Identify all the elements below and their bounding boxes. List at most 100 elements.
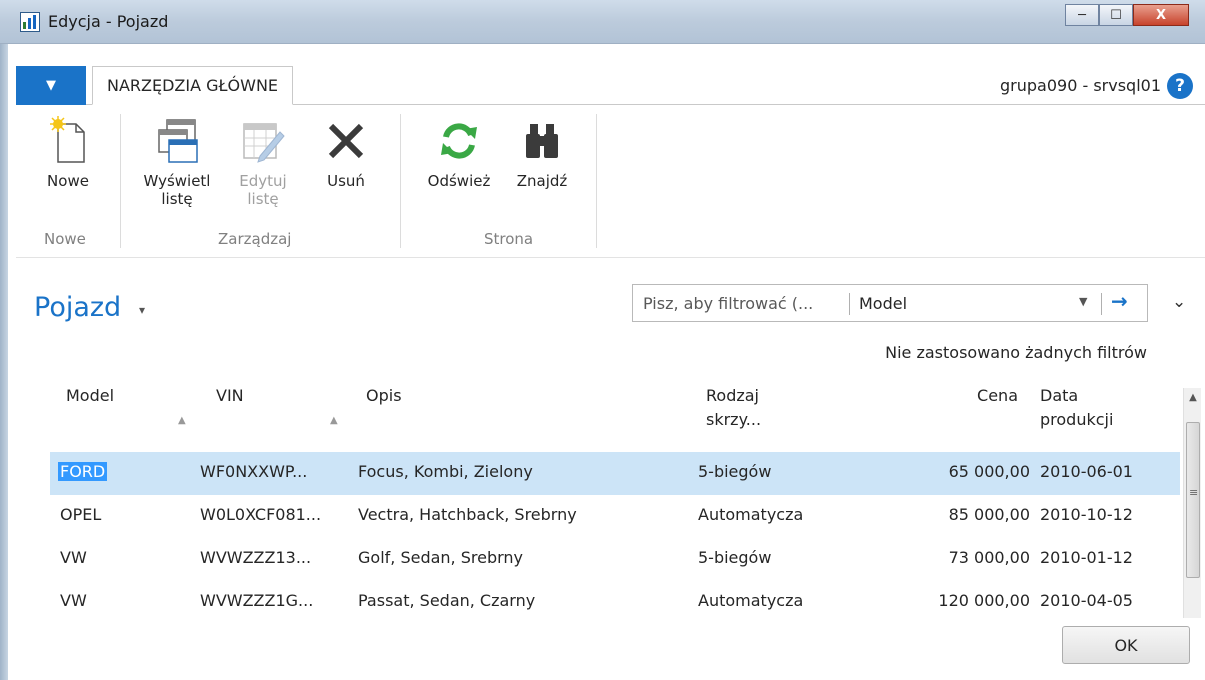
cell-rodzaj[interactable]: 5-biegów [698,462,771,481]
scroll-up-icon[interactable]: ▲ [1184,388,1202,406]
delete-label: Usuń [327,172,365,190]
column-header-label: VIN [216,386,244,405]
new-button[interactable]: Nowe [40,110,96,190]
find-label: Znajdź [516,172,568,190]
cell-cena[interactable]: 73 000,00 [890,548,1030,567]
binoculars-icon [512,110,572,172]
expand-filter-pane-icon[interactable]: ⌄ [1172,292,1186,312]
table-row[interactable]: FORD WF0NXXWP... Focus, Kombi, Zielony 5… [50,452,1180,495]
ribbon: Nowe Nowe Wyświetl listę Edytuj listę Us… [16,106,1205,258]
cell-data[interactable]: 2010-06-01 [1040,462,1133,481]
new-button-label: Nowe [47,172,89,190]
cell-model[interactable]: FORD [58,462,108,481]
maximize-button[interactable]: ☐ [1099,4,1133,26]
group-separator [596,114,597,248]
cell-vin[interactable]: WVWZZZ1G... [200,591,313,610]
column-header-vin[interactable]: VIN [216,384,244,408]
column-header-opis[interactable]: Opis [366,384,402,408]
ok-button[interactable]: OK [1062,626,1190,664]
group-separator [400,114,401,248]
close-button[interactable]: X [1133,4,1189,26]
cell-data[interactable]: 2010-04-05 [1040,591,1133,610]
apply-filter-arrow-icon[interactable]: → [1111,289,1128,313]
table-row[interactable]: OPEL W0L0XCF081... Vectra, Hatchback, Sr… [50,495,1180,538]
cell-cena[interactable]: 120 000,00 [890,591,1030,610]
column-header-rodzaj[interactable]: Rodzaj skrzy... [706,384,761,432]
cell-rodzaj[interactable]: 5-biegów [698,548,771,567]
view-list-button[interactable]: Wyświetl listę [142,110,212,208]
cell-opis[interactable]: Passat, Sedan, Czarny [358,591,535,610]
cell-opis[interactable]: Focus, Kombi, Zielony [358,462,533,481]
cell-vin[interactable]: WF0NXXWP... [200,462,307,481]
page-title-dropdown-icon[interactable]: ▾ [139,303,145,317]
sort-ascending-icon: ▲ [178,415,186,426]
delete-button[interactable]: Usuń [322,110,370,190]
view-list-label-1: Wyświetl [143,172,211,190]
find-button[interactable]: Znajdź [512,110,572,190]
cell-cena[interactable]: 65 000,00 [890,462,1030,481]
chevron-down-icon[interactable]: ▼ [1079,295,1087,308]
column-header-label-2: produkcji [1040,410,1114,429]
scroll-thumb[interactable]: ≡ [1186,422,1200,578]
table-row[interactable]: VW WVWZZZ13... Golf, Sedan, Srebrny 5-bi… [50,538,1180,581]
column-header-label: Rodzaj [706,386,759,405]
refresh-label: Odśwież [427,172,491,190]
cell-rodzaj[interactable]: Automatycza [698,591,803,610]
group-label-new: Nowe [44,230,86,248]
table-row[interactable]: VW WVWZZZ1G... Passat, Sedan, Czarny Aut… [50,581,1180,624]
new-document-icon [40,110,96,172]
window-title: Edycja - Pojazd [48,12,169,31]
scroll-grip-icon: ≡ [1189,486,1199,499]
column-header-model[interactable]: Model [66,384,114,408]
application-menu-button[interactable]: ▼ [16,66,86,105]
tab-home[interactable]: NARZĘDZIA GŁÓWNE [92,66,294,105]
filter-input[interactable]: Pisz, aby filtrować (... [643,294,813,313]
refresh-icon [422,110,496,172]
filter-field-select[interactable]: Model [859,294,907,313]
group-separator [120,114,121,248]
column-header-label: Opis [366,386,402,405]
filter-bar: Pisz, aby filtrować (... Model ▼ → [632,284,1148,322]
group-label-manage: Zarządzaj [218,230,292,248]
window-border [0,44,8,680]
cell-data[interactable]: 2010-01-12 [1040,548,1133,567]
company-server-label: grupa090 - srvsql01 [1000,76,1161,95]
column-header-label: Cena [977,386,1018,405]
edit-list-label-2: listę [247,190,279,208]
delete-x-icon [322,110,370,172]
view-list-icon [142,110,212,172]
app-icon [20,12,40,32]
edit-list-button[interactable]: Edytuj listę [236,110,290,208]
column-header-label-2: skrzy... [706,410,762,429]
cell-opis[interactable]: Vectra, Hatchback, Srebrny [358,505,577,524]
window-titlebar: Edycja - Pojazd ─ ☐ X [0,0,1205,44]
column-header-data[interactable]: Data produkcji [1040,384,1113,432]
page-title[interactable]: Pojazd [34,292,121,323]
filter-divider [1101,293,1102,315]
filter-divider [849,293,850,315]
cell-rodzaj[interactable]: Automatycza [698,505,803,524]
cell-model[interactable]: VW [60,548,87,567]
view-list-label-2: listę [161,190,193,208]
edit-list-label-1: Edytuj [239,172,287,190]
cell-data[interactable]: 2010-10-12 [1040,505,1133,524]
filter-status-text: Nie zastosowano żadnych filtrów [885,343,1147,362]
vertical-scrollbar[interactable]: ▲ ≡ [1183,388,1201,618]
cell-model-value: FORD [58,462,108,481]
cell-vin[interactable]: W0L0XCF081... [200,505,321,524]
ribbon-tab-row: ▼ NARZĘDZIA GŁÓWNE grupa090 - srvsql01 ? [16,66,1205,105]
column-header-label: Model [66,386,115,405]
column-header-label: Data [1040,386,1079,405]
cell-model[interactable]: VW [60,591,87,610]
edit-list-icon [236,110,290,172]
cell-model[interactable]: OPEL [60,505,101,524]
column-header-cena[interactable]: Cena [970,384,1018,408]
help-icon[interactable]: ? [1167,73,1193,99]
minimize-button[interactable]: ─ [1065,4,1099,26]
cell-cena[interactable]: 85 000,00 [890,505,1030,524]
refresh-button[interactable]: Odśwież [422,110,496,190]
cell-opis[interactable]: Golf, Sedan, Srebrny [358,548,523,567]
group-label-page: Strona [484,230,534,248]
sort-ascending-icon: ▲ [330,415,338,426]
cell-vin[interactable]: WVWZZZ13... [200,548,311,567]
